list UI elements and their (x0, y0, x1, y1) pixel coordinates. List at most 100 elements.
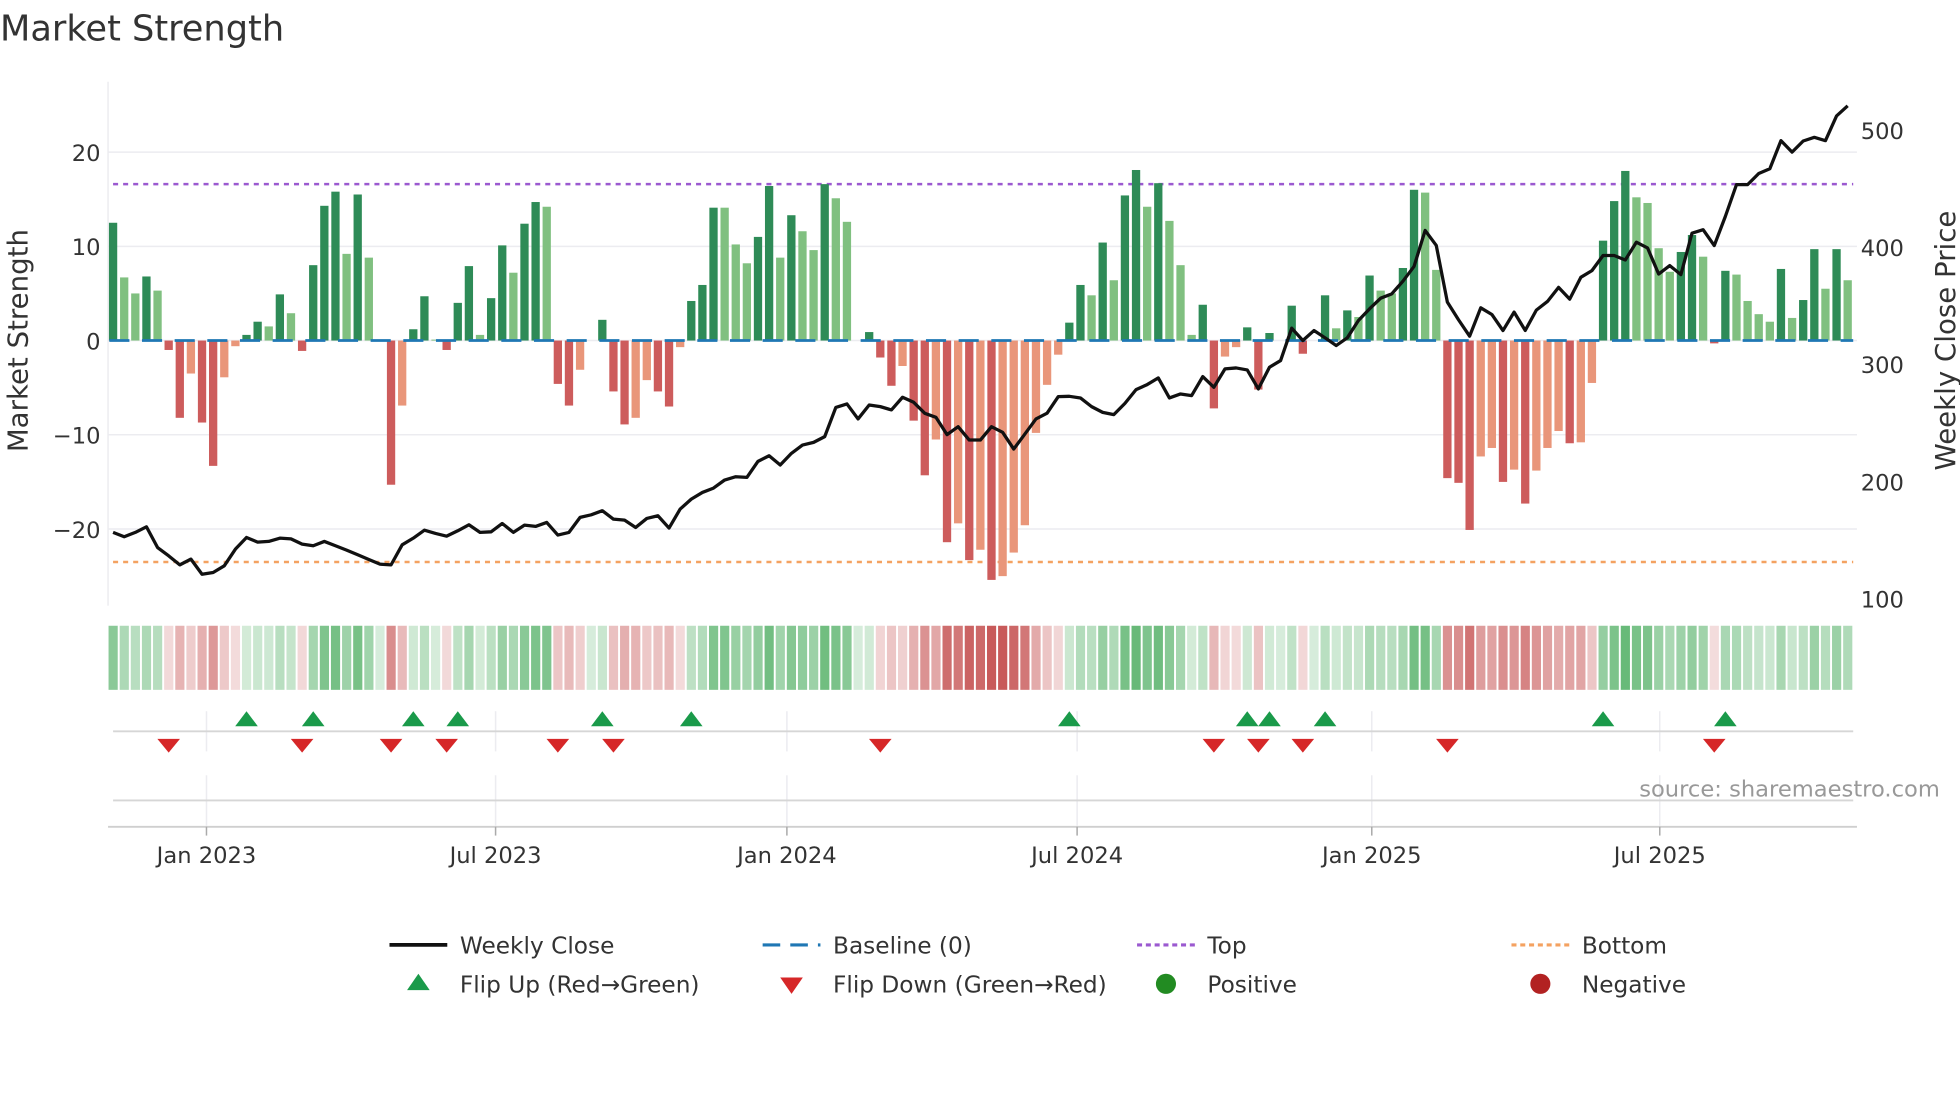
bar-negative (297, 340, 307, 351)
heat-cell (186, 625, 196, 690)
heat-cell (664, 625, 674, 690)
flip-up-marker (1714, 711, 1737, 727)
bar-positive (420, 296, 429, 341)
bar-positive (776, 257, 785, 341)
bar-positive (831, 198, 840, 341)
bar-positive (1243, 327, 1252, 341)
heat-cell (731, 625, 741, 690)
heat-cell (1832, 625, 1842, 690)
left-tick-label: −20 (53, 518, 101, 544)
heat-cell (353, 625, 363, 690)
bar-positive (486, 298, 496, 341)
heat-cell (1176, 625, 1186, 690)
heat-cell (1342, 625, 1352, 690)
heat-cell (464, 625, 474, 690)
strength-bars (108, 169, 1852, 580)
bar-positive (320, 205, 329, 341)
bar-positive (131, 293, 140, 341)
bar-negative (1298, 340, 1307, 354)
heat-cell (1365, 625, 1375, 690)
heat-cell (797, 625, 808, 690)
flip-up-marker (591, 711, 614, 727)
heat-cell (1242, 625, 1252, 690)
heat-cell (631, 625, 641, 690)
heat-cell (820, 625, 830, 690)
bar-positive (264, 326, 273, 341)
heat-cell (1376, 625, 1386, 690)
legend-label: Positive (1207, 972, 1297, 999)
heat-cell (1320, 625, 1330, 690)
heat-cell (764, 625, 774, 690)
bar-positive (753, 236, 763, 341)
right-tick-label: 200 (1861, 470, 1904, 496)
heat-cell (319, 625, 329, 690)
chart-title: Market Strength (0, 8, 284, 49)
bar-positive (1787, 317, 1797, 341)
heat-cell (875, 625, 885, 690)
heat-cell (542, 625, 552, 690)
bar-positive (1332, 328, 1341, 341)
heat-cell (308, 625, 318, 690)
bar-positive (1154, 183, 1163, 341)
heat-cell (1487, 625, 1497, 690)
heat-cell (1798, 625, 1808, 690)
heat-cell (809, 625, 819, 690)
heat-cell (1531, 625, 1541, 690)
flip-down-marker (435, 738, 458, 753)
bar-negative (209, 340, 218, 466)
heat-cell (1743, 625, 1753, 690)
flip-down-marker (868, 738, 892, 753)
bar-positive (498, 245, 507, 341)
bar-negative (1465, 340, 1474, 530)
heat-cell (964, 625, 974, 690)
heat-cell (1309, 625, 1319, 690)
heat-cell (1009, 625, 1019, 690)
heat-cell (1676, 625, 1686, 690)
bar-positive (1665, 271, 1674, 341)
flip-up-marker (1258, 711, 1281, 727)
bar-positive (1632, 197, 1641, 341)
heat-cell (230, 625, 241, 690)
bar-positive (409, 329, 418, 341)
flip-up-marker (446, 711, 470, 727)
heat-cell (1509, 625, 1519, 690)
bar-negative (887, 340, 896, 386)
heat-cell (1020, 625, 1030, 690)
heat-cell (742, 625, 752, 690)
heat-cell (497, 625, 507, 690)
bar-negative (442, 340, 451, 350)
heat-cell (998, 625, 1008, 690)
flip-down-marker (602, 738, 625, 753)
heat-cell (1698, 625, 1708, 690)
legend-label: Baseline (0) (833, 933, 972, 960)
heat-cell (264, 625, 274, 690)
bar-negative (1509, 340, 1519, 470)
heat-cell (986, 625, 997, 690)
bar-positive (1610, 201, 1619, 341)
heat-cell (1843, 625, 1853, 690)
heat-cell (1665, 625, 1675, 690)
bar-positive (342, 253, 351, 341)
right-axis-label: Weekly Close Price (1929, 211, 1960, 471)
bar-positive (1721, 270, 1730, 341)
legend-label: Bottom (1582, 933, 1667, 960)
legend-label: Top (1206, 933, 1246, 960)
bar-positive (809, 250, 818, 341)
bar-positive (787, 215, 796, 341)
heat-cell (1109, 625, 1119, 690)
legend-triangle-down-icon (780, 977, 803, 994)
bar-positive (709, 207, 718, 341)
heat-cell (1398, 625, 1408, 690)
heat-cell (1198, 625, 1208, 690)
heat-cell (564, 625, 574, 690)
heat-cell (1576, 625, 1586, 690)
flip-up-marker (1591, 711, 1615, 727)
flip-up-marker (235, 711, 258, 727)
bar-negative (998, 340, 1007, 577)
bar-positive (108, 222, 118, 341)
heat-cell (386, 625, 396, 690)
flip-up-marker (1235, 711, 1259, 727)
flip-down-marker (1702, 738, 1726, 753)
bar-negative (197, 340, 207, 423)
bar-positive (1421, 192, 1430, 341)
